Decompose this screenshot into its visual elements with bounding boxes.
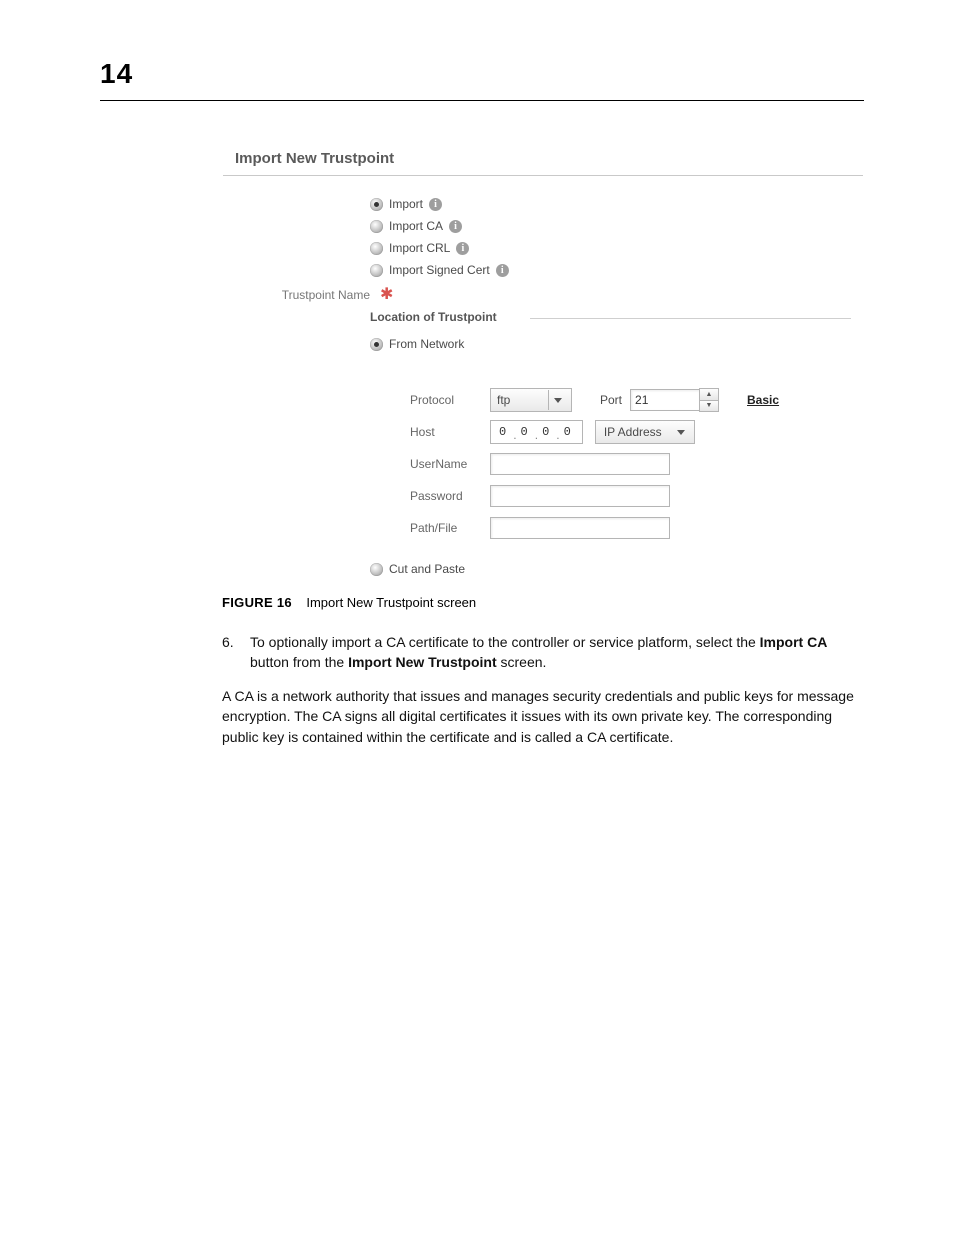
radio-icon bbox=[370, 338, 383, 351]
ip-octet: 0 bbox=[542, 425, 552, 439]
figure-caption: FIGURE 16 Import New Trustpoint screen bbox=[222, 595, 476, 610]
step-6: 6. To optionally import a CA certificate… bbox=[222, 632, 862, 673]
host-label: Host bbox=[410, 425, 490, 439]
info-icon[interactable]: i bbox=[449, 220, 462, 233]
pathfile-label: Path/File bbox=[410, 521, 490, 535]
basic-link[interactable]: Basic bbox=[747, 393, 779, 407]
radio-label: Import CRL bbox=[389, 241, 450, 255]
radio-label: Cut and Paste bbox=[389, 562, 465, 576]
step-number: 6. bbox=[222, 632, 234, 652]
required-star-icon: ✱ bbox=[378, 289, 393, 301]
step-bold-import-ca: Import CA bbox=[760, 634, 828, 650]
radio-from-network[interactable]: From Network bbox=[370, 334, 851, 354]
radio-icon bbox=[370, 563, 383, 576]
radio-icon bbox=[370, 198, 383, 211]
port-stepper[interactable]: ▲ ▼ bbox=[699, 388, 719, 412]
arrow-down-icon: ▼ bbox=[700, 401, 718, 412]
page-number: 14 bbox=[100, 58, 133, 90]
info-icon[interactable]: i bbox=[496, 264, 509, 277]
step-text: To optionally import a CA certificate to… bbox=[250, 634, 760, 650]
protocol-value: ftp bbox=[497, 393, 510, 407]
ip-type-select[interactable]: IP Address bbox=[595, 420, 695, 444]
info-icon[interactable]: i bbox=[456, 242, 469, 255]
radio-import-ca[interactable]: Import CA i bbox=[370, 216, 851, 236]
radio-icon bbox=[370, 242, 383, 255]
chevron-down-icon bbox=[672, 422, 690, 442]
arrow-up-icon: ▲ bbox=[700, 389, 718, 401]
info-icon[interactable]: i bbox=[429, 198, 442, 211]
port-input[interactable] bbox=[630, 389, 700, 411]
pathfile-input[interactable] bbox=[490, 517, 670, 539]
step-text: button from the bbox=[250, 654, 348, 670]
radio-label: Import CA bbox=[389, 219, 443, 233]
host-ip-input[interactable]: 0. 0. 0. 0 bbox=[490, 420, 583, 444]
radio-cut-and-paste[interactable]: Cut and Paste bbox=[370, 562, 851, 576]
protocol-label: Protocol bbox=[410, 393, 490, 407]
radio-label: Import Signed Cert bbox=[389, 263, 490, 277]
protocol-select[interactable]: ftp bbox=[490, 388, 572, 412]
step-text: screen. bbox=[497, 654, 547, 670]
radio-import-signed[interactable]: Import Signed Cert i bbox=[370, 260, 851, 280]
ip-type-value: IP Address bbox=[604, 425, 662, 439]
figure-label: FIGURE 16 bbox=[222, 595, 292, 610]
password-label: Password bbox=[410, 489, 490, 503]
radio-icon bbox=[370, 264, 383, 277]
ip-octet: 0 bbox=[521, 425, 531, 439]
radio-label: Import bbox=[389, 197, 423, 211]
username-label: UserName bbox=[410, 457, 490, 471]
radio-import[interactable]: Import i bbox=[370, 194, 851, 214]
step-bold-screen-name: Import New Trustpoint bbox=[348, 654, 497, 670]
body-paragraph: A CA is a network authority that issues … bbox=[222, 686, 862, 747]
trustpoint-name-label: Trustpoint Name bbox=[235, 288, 378, 302]
ip-octet: 0 bbox=[564, 425, 574, 439]
header-rule bbox=[100, 100, 864, 101]
dialog-title: Import New Trustpoint bbox=[223, 144, 863, 176]
radio-label: From Network bbox=[389, 337, 464, 351]
username-input[interactable] bbox=[490, 453, 670, 475]
password-input[interactable] bbox=[490, 485, 670, 507]
import-trustpoint-screenshot: Import New Trustpoint Import i Import CA… bbox=[222, 143, 864, 593]
port-label: Port bbox=[600, 393, 622, 407]
location-legend: Location of Trustpoint bbox=[370, 310, 503, 324]
chevron-down-icon bbox=[548, 390, 567, 410]
radio-import-crl[interactable]: Import CRL i bbox=[370, 238, 851, 258]
ip-octet: 0 bbox=[499, 425, 509, 439]
radio-icon bbox=[370, 220, 383, 233]
figure-caption-text: Import New Trustpoint screen bbox=[306, 595, 476, 610]
